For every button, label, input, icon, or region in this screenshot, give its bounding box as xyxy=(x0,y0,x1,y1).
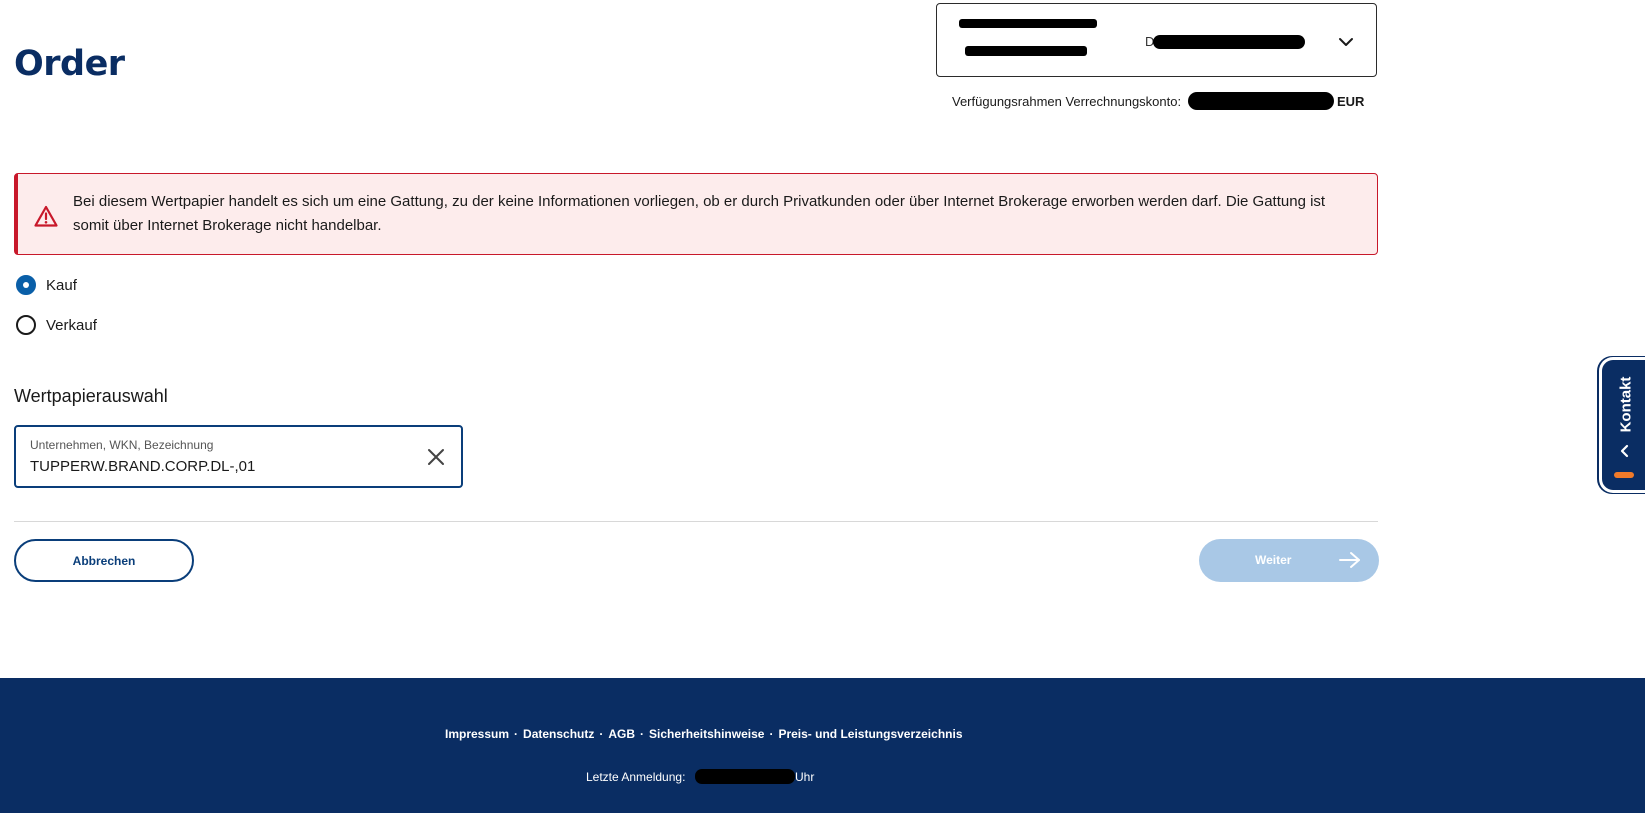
warning-icon xyxy=(34,205,58,227)
redacted-account-name xyxy=(959,19,1097,28)
footer-links: Impressum · Datenschutz · AGB · Sicherheitshin… xyxy=(445,727,963,741)
footer-link-preis-leistungsverzeichnis[interactable]: Preis- und Leistungsverzeichnis xyxy=(778,727,962,741)
footer-separator: · xyxy=(769,727,774,741)
last-login-suffix: Uhr xyxy=(795,770,815,784)
arrow-right-icon xyxy=(1339,552,1360,568)
chevron-left-icon xyxy=(1620,444,1629,458)
radio-kauf[interactable]: Kauf xyxy=(16,275,77,295)
redacted-last-login-time xyxy=(695,769,795,784)
footer-link-agb[interactable]: AGB xyxy=(608,727,635,741)
footer-link-impressum[interactable]: Impressum xyxy=(445,727,509,741)
radio-verkauf[interactable]: Verkauf xyxy=(16,315,97,335)
balance-label: Verfügungsrahmen Verrechnungskonto: xyxy=(952,94,1182,109)
redacted-balance-amount xyxy=(1188,92,1334,110)
contact-tab-label-wrap: Kontakt xyxy=(1616,374,1636,434)
radio-kauf-label: Kauf xyxy=(46,276,77,294)
security-search-field[interactable]: Unternehmen, WKN, Bezeichnung xyxy=(14,425,463,488)
error-alert: Bei diesem Wertpapier handelt es sich um… xyxy=(14,173,1378,255)
redacted-account-number xyxy=(1153,35,1305,49)
footer-link-datenschutz[interactable]: Datenschutz xyxy=(523,727,594,741)
radio-verkauf-label: Verkauf xyxy=(46,316,97,334)
page-title: Order xyxy=(14,44,125,84)
last-login-label: Letzte Anmeldung: xyxy=(586,770,686,784)
chevron-down-icon xyxy=(1339,38,1353,46)
redacted-account-owner xyxy=(965,46,1087,56)
security-section-label: Wertpapierauswahl xyxy=(14,386,168,406)
security-search-input[interactable] xyxy=(30,458,410,475)
account-select[interactable]: D xyxy=(936,3,1377,77)
contact-tab-label: Kontakt xyxy=(1617,376,1635,432)
cancel-button[interactable]: Abbrechen xyxy=(14,539,194,582)
contact-tab[interactable]: Kontakt xyxy=(1599,357,1645,493)
next-button[interactable]: Weiter xyxy=(1199,539,1379,582)
footer: Impressum · Datenschutz · AGB · Sicherheitshin… xyxy=(0,678,1645,813)
next-button-label: Weiter xyxy=(1255,553,1292,567)
balance-currency: EUR xyxy=(1337,94,1365,109)
security-search-label: Unternehmen, WKN, Bezeichnung xyxy=(30,438,214,452)
divider xyxy=(14,521,1378,522)
contact-indicator-bar xyxy=(1614,472,1634,478)
close-icon[interactable] xyxy=(427,448,445,466)
footer-link-sicherheitshinweise[interactable]: Sicherheitshinweise xyxy=(649,727,764,741)
radio-kauf-indicator[interactable] xyxy=(16,275,36,295)
footer-separator: · xyxy=(514,727,519,741)
footer-separator: · xyxy=(599,727,604,741)
footer-separator: · xyxy=(640,727,645,741)
alert-message: Bei diesem Wertpapier handelt es sich um… xyxy=(73,193,1326,234)
radio-verkauf-indicator[interactable] xyxy=(16,315,36,335)
